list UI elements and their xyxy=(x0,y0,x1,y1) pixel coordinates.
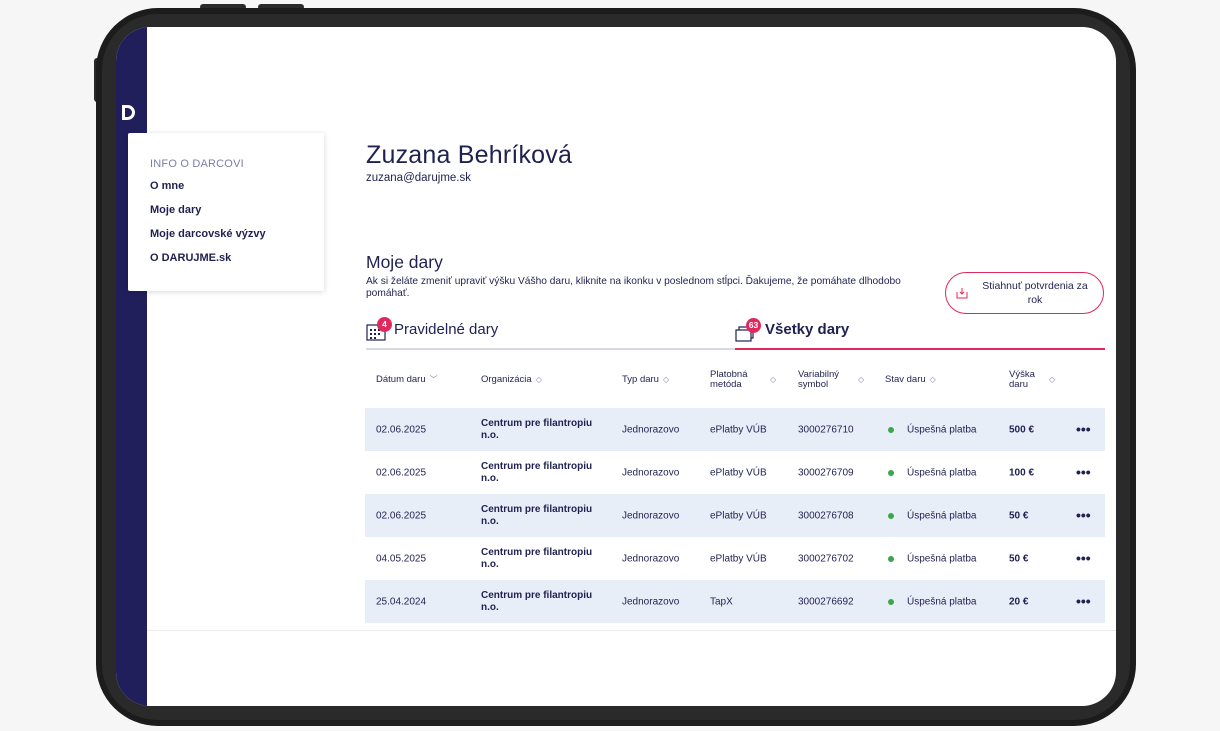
cell-organization[interactable]: Centrum pre filantropiu n.o. xyxy=(481,547,599,571)
cell-method: ePlatby VÚB xyxy=(710,510,767,521)
cell-method: ePlatby VÚB xyxy=(710,424,767,435)
status-dot-icon xyxy=(888,469,894,476)
header-label: Dátum daru xyxy=(376,374,426,385)
cell-variable-symbol: 3000276710 xyxy=(798,424,854,435)
menu-item-my-donations[interactable]: Moje dary xyxy=(150,204,201,216)
cell-organization[interactable]: Centrum pre filantropiu n.o. xyxy=(481,418,599,442)
download-icon xyxy=(956,288,968,299)
download-confirmation-button[interactable]: Stiahnuť potvrdenia za rok xyxy=(945,272,1104,314)
user-email: zuzana@darujme.sk xyxy=(366,172,471,184)
tab-badge: 4 xyxy=(377,317,392,332)
cell-amount: 50 € xyxy=(1009,553,1029,564)
header-label: Organizácia xyxy=(481,374,532,385)
column-header-payment-method[interactable]: Platobná metóda ◇ xyxy=(710,369,776,390)
cell-type: Jednorazovo xyxy=(622,596,680,607)
tab-badge: 63 xyxy=(746,318,761,333)
tab-divider xyxy=(366,348,735,350)
column-header-organization[interactable]: Organizácia ◇ xyxy=(481,375,542,385)
sort-icon: ◇ xyxy=(662,375,670,384)
cell-type: Jednorazovo xyxy=(622,553,680,564)
active-tab-indicator xyxy=(735,348,1105,350)
header-label: Stav daru xyxy=(885,374,926,385)
cell-variable-symbol: 3000276692 xyxy=(798,596,854,607)
footer-divider xyxy=(147,630,1116,631)
table-row: 02.06.2025 Centrum pre filantropiu n.o. … xyxy=(365,408,1105,451)
header-label: Variabilný symbol xyxy=(798,369,840,390)
cell-status: Úspešná platba xyxy=(907,467,977,478)
more-icon[interactable]: ••• xyxy=(1076,550,1091,566)
sort-icon: ◇ xyxy=(770,375,777,384)
sort-icon: ◇ xyxy=(1049,375,1056,384)
more-icon[interactable]: ••• xyxy=(1076,593,1091,609)
menu-item-about-darujme[interactable]: O DARUJME.sk xyxy=(150,252,231,264)
cell-date: 02.06.2025 xyxy=(376,510,427,521)
cell-amount: 500 € xyxy=(1009,424,1035,435)
sort-icon: ◇ xyxy=(535,375,542,384)
sidebar-strip xyxy=(116,27,147,706)
cell-organization[interactable]: Centrum pre filantropiu n.o. xyxy=(481,590,599,614)
header-label: Platobná metóda xyxy=(710,369,748,390)
cell-status: Úspešná platba xyxy=(907,510,977,521)
page-title: Zuzana Behríková xyxy=(366,141,573,169)
darujme-logo-icon[interactable] xyxy=(122,105,135,120)
tab-label: Pravidelné dary xyxy=(394,321,499,338)
sort-icon: ◇ xyxy=(929,375,936,384)
header-label: Výška daru xyxy=(1009,369,1035,390)
status-dot-icon xyxy=(888,426,894,433)
more-icon[interactable]: ••• xyxy=(1076,507,1091,523)
section-title: Moje dary xyxy=(366,252,443,272)
table-row: 02.06.2025 Centrum pre filantropiu n.o. … xyxy=(365,494,1105,537)
sort-icon: ◇ xyxy=(858,375,865,384)
menu-item-challenges[interactable]: Moje darcovské výzvy xyxy=(150,228,266,240)
donor-menu: INFO O DARCOVI O mne Moje dary Moje darc… xyxy=(128,133,324,291)
cell-status: Úspešná platba xyxy=(907,424,977,435)
table-row: 25.04.2024 Centrum pre filantropiu n.o. … xyxy=(365,580,1105,623)
cell-type: Jednorazovo xyxy=(622,467,680,478)
status-dot-icon xyxy=(888,512,894,519)
cell-method: ePlatby VÚB xyxy=(710,467,767,478)
cell-method: ePlatby VÚB xyxy=(710,553,767,564)
cell-variable-symbol: 3000276708 xyxy=(798,510,854,521)
column-header-variable-symbol[interactable]: Variabilný symbol ◇ xyxy=(798,369,865,390)
cell-organization[interactable]: Centrum pre filantropiu n.o. xyxy=(481,461,599,485)
more-icon[interactable]: ••• xyxy=(1076,464,1091,480)
tab-regular-donations[interactable]: 4 Pravidelné dary xyxy=(366,317,726,347)
tab-label: Všetky dary xyxy=(765,321,850,338)
cell-date: 02.06.2025 xyxy=(376,424,427,435)
column-header-status[interactable]: Stav daru ◇ xyxy=(885,375,936,385)
menu-item-about[interactable]: O mne xyxy=(150,180,184,192)
column-header-date[interactable]: Dátum daru ﹀ xyxy=(376,375,438,385)
status-dot-icon xyxy=(888,555,894,562)
cell-type: Jednorazovo xyxy=(622,424,680,435)
cell-variable-symbol: 3000276702 xyxy=(798,553,854,564)
column-header-amount[interactable]: Výška daru ◇ xyxy=(1009,370,1057,390)
cell-amount: 20 € xyxy=(1009,596,1029,607)
screen: INFO O DARCOVI O mne Moje dary Moje darc… xyxy=(116,27,1116,706)
cell-status: Úspešná platba xyxy=(907,553,977,564)
table-row: 04.05.2025 Centrum pre filantropiu n.o. … xyxy=(365,537,1105,580)
cell-method: TapX xyxy=(710,596,733,607)
cell-date: 04.05.2025 xyxy=(376,553,427,564)
header-label: Typ daru xyxy=(622,374,659,385)
cell-amount: 100 € xyxy=(1009,467,1035,478)
section-description: Ak si želáte zmeniť upraviť výšku Vášho … xyxy=(366,276,901,299)
status-dot-icon xyxy=(888,598,894,605)
cell-date: 25.04.2024 xyxy=(376,596,427,607)
cell-type: Jednorazovo xyxy=(622,510,680,521)
column-header-type[interactable]: Typ daru ◇ xyxy=(622,375,669,385)
cell-date: 02.06.2025 xyxy=(376,467,427,478)
more-icon[interactable]: ••• xyxy=(1076,421,1091,437)
download-label: Stiahnuť potvrdenia za rok xyxy=(982,280,1088,306)
chevron-down-icon: ﹀ xyxy=(429,375,438,384)
cell-amount: 50 € xyxy=(1009,510,1029,521)
menu-heading: INFO O DARCOVI xyxy=(150,158,244,170)
table-row: 02.06.2025 Centrum pre filantropiu n.o. … xyxy=(365,451,1105,494)
cell-status: Úspešná platba xyxy=(907,596,977,607)
cell-organization[interactable]: Centrum pre filantropiu n.o. xyxy=(481,504,599,528)
cell-variable-symbol: 3000276709 xyxy=(798,467,854,478)
tab-all-donations[interactable]: 63 Všetky dary xyxy=(735,317,1095,347)
